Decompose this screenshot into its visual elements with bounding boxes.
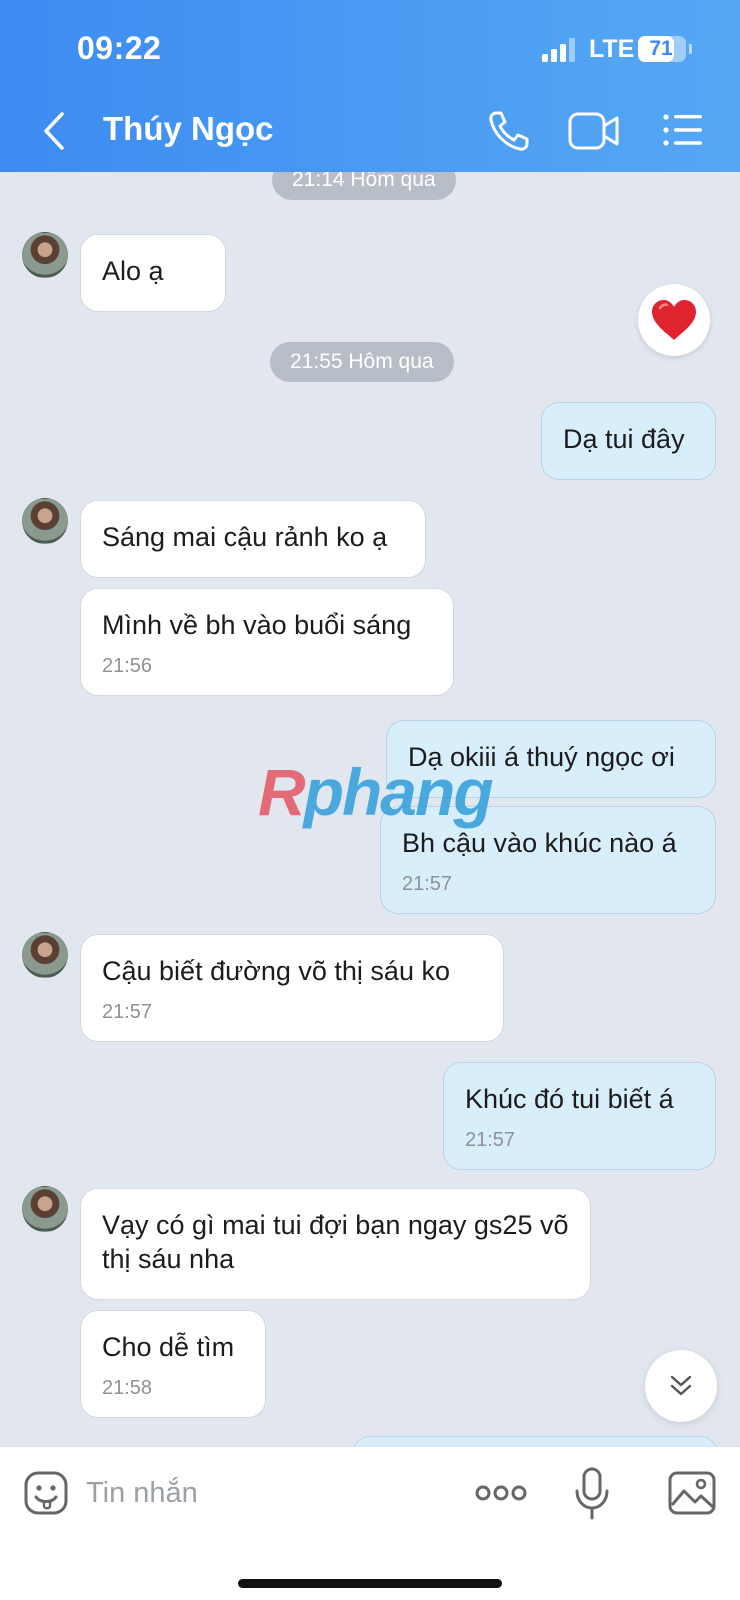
video-icon — [568, 112, 619, 150]
network-type: LTE — [589, 35, 635, 63]
battery-cap — [689, 44, 692, 54]
time-divider: 21:55 Hôm qua — [270, 342, 454, 382]
message-text: Dạ okiii á thuý ngọc ơi — [408, 742, 675, 772]
message-text: Vạy có gì mai tui đợi bạn ngay gs25 võ t… — [102, 1210, 569, 1274]
message-bubble-outgoing[interactable]: Dạ okiii á thuý ngọc ơi — [386, 720, 716, 798]
more-dots-icon — [475, 1485, 527, 1501]
status-time: 09:22 — [77, 30, 162, 66]
message-text: Mình về bh vào buổi sáng — [102, 610, 412, 640]
battery-icon: 71 — [638, 36, 686, 62]
emoji-button[interactable] — [24, 1471, 68, 1515]
time-divider: 21:14 Hôm qua — [272, 172, 456, 200]
list-menu-icon — [663, 114, 702, 146]
message-bubble-outgoing[interactable]: Bh cậu vào khúc nào á 21:57 — [380, 806, 716, 914]
message-text: Cho dễ tìm — [102, 1332, 235, 1362]
message-bubble-incoming[interactable]: Alo ạ — [80, 234, 226, 312]
microphone-icon — [575, 1467, 609, 1520]
message-text: Dạ tui đây — [563, 424, 685, 454]
signal-icon — [542, 38, 576, 62]
message-time: 21:58 — [102, 1377, 153, 1399]
message-bubble-incoming[interactable]: Vạy có gì mai tui đợi bạn ngay gs25 võ t… — [80, 1188, 591, 1300]
message-time: 21:56 — [102, 655, 153, 677]
back-button[interactable] — [36, 108, 76, 154]
emoji-icon — [24, 1471, 68, 1515]
more-options-button[interactable] — [474, 1475, 528, 1511]
chat-header: 09:22 LTE 71 Thúy Ngọc — [0, 0, 740, 172]
phone-icon — [489, 111, 529, 151]
chat-screen: 09:22 LTE 71 Thúy Ngọc 21:14 Hôm qua Alo… — [0, 0, 740, 1600]
video-call-button[interactable] — [568, 110, 620, 152]
message-bubble-outgoing[interactable]: Dạ tui đây — [541, 402, 716, 480]
reaction-button[interactable] — [638, 284, 710, 356]
message-time: 21:57 — [402, 873, 453, 895]
message-text: Alo ạ — [102, 256, 164, 286]
image-icon — [668, 1471, 716, 1515]
message-text: Sáng mai cậu rảnh ko ạ — [102, 522, 388, 552]
avatar[interactable] — [22, 232, 68, 278]
send-image-button[interactable] — [668, 1471, 716, 1515]
voice-call-button[interactable] — [486, 108, 532, 154]
message-bubble-outgoing-partial[interactable] — [352, 1436, 718, 1446]
message-text: Cậu biết đường võ thị sáu ko — [102, 956, 450, 986]
battery-level: 71 — [649, 37, 673, 60]
avatar[interactable] — [22, 498, 68, 544]
message-composer — [0, 1446, 740, 1600]
home-indicator[interactable] — [238, 1579, 502, 1588]
heart-icon — [652, 300, 696, 340]
message-list[interactable]: 21:14 Hôm qua Alo ạ 21:55 Hôm qua Dạ tui… — [0, 172, 740, 1446]
message-bubble-incoming[interactable]: Cậu biết đường võ thị sáu ko 21:57 — [80, 934, 504, 1042]
message-bubble-outgoing[interactable]: Khúc đó tui biết á 21:57 — [443, 1062, 716, 1170]
avatar[interactable] — [22, 932, 68, 978]
message-bubble-incoming[interactable]: Sáng mai cậu rảnh ko ạ — [80, 500, 426, 578]
contact-name[interactable]: Thúy Ngọc — [103, 110, 274, 148]
double-chevron-down-icon — [670, 1375, 692, 1396]
message-text: Bh cậu vào khúc nào á — [402, 828, 677, 858]
message-time: 21:57 — [465, 1129, 516, 1151]
voice-record-button[interactable] — [574, 1467, 610, 1521]
options-menu-button[interactable] — [662, 112, 704, 148]
message-input[interactable] — [86, 1469, 446, 1517]
chevron-left-icon — [44, 112, 64, 150]
message-text: Khúc đó tui biết á — [465, 1084, 674, 1114]
message-bubble-incoming[interactable]: Cho dễ tìm 21:58 — [80, 1310, 266, 1418]
message-time: 21:57 — [102, 1001, 153, 1023]
message-bubble-incoming[interactable]: Mình về bh vào buổi sáng 21:56 — [80, 588, 454, 696]
scroll-to-bottom-button[interactable] — [645, 1350, 717, 1422]
avatar[interactable] — [22, 1186, 68, 1232]
